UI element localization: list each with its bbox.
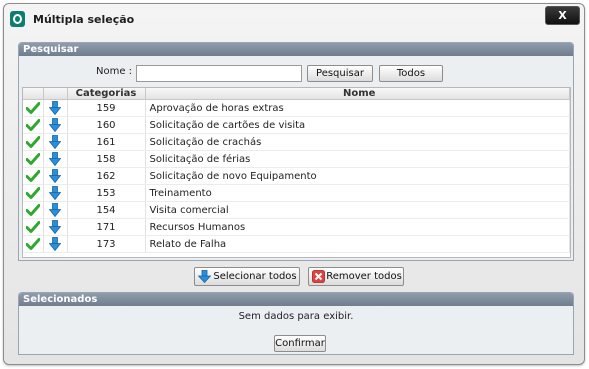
check-icon[interactable] [25,153,40,165]
confirm-button[interactable]: Confirmar [274,335,326,352]
category-name-cell: Solicitação de cartões de visita [145,116,570,134]
check-icon[interactable] [25,170,40,182]
selected-panel: Selecionados Sem dados para exibir. Conf… [18,292,574,355]
arrow-down-icon[interactable] [49,152,61,166]
check-icon[interactable] [25,136,40,148]
all-button[interactable]: Todos [379,65,443,82]
category-name-cell: Aprovação de horas extras [145,99,570,117]
search-panel: Pesquisar Nome : Pesquisar Todos Categor… [18,42,574,261]
category-name-cell: Solicitação de novo Equipamento [145,167,570,185]
select-cell[interactable] [23,116,44,134]
arrow-down-icon[interactable] [49,101,61,115]
arrow-down-icon[interactable] [49,135,61,149]
dialog-window: Múltipla seleção X Pesquisar Nome : Pesq… [3,3,585,365]
categories-table: Categorias Nome 159 Aprovação de horas ex… [22,87,571,258]
remove-all-label: Remover todos [326,271,402,282]
selected-panel-header: Selecionados [19,293,573,306]
table-row[interactable]: 159 Aprovação de horas extras [23,99,570,117]
name-search-input[interactable] [136,65,302,82]
category-id-cell: 159 [67,99,146,117]
category-name-cell: Treinamento [145,184,570,202]
column-header-categorias[interactable]: Categorias [67,88,146,100]
title-bar: Múltipla seleção X [4,4,584,34]
select-cell[interactable] [23,167,44,185]
category-name-cell: Recursos Humanos [145,218,570,236]
table-row[interactable]: 173 Relato de Falha [23,235,570,253]
table-body: 159 Aprovação de horas extras 160 Solicitaç… [23,99,570,253]
select-all-button[interactable]: Selecionar todos [194,267,300,286]
category-id-cell: 153 [67,184,146,202]
table-header-row: Categorias Nome [23,88,570,100]
check-icon[interactable] [25,238,40,250]
category-name-cell: Solicitação de crachás [145,133,570,151]
table: Categorias Nome 159 Aprovação de horas ex… [23,88,570,253]
dialog-title: Múltipla seleção [33,13,135,26]
category-id-cell: 160 [67,116,146,134]
move-cell[interactable] [43,218,68,236]
check-icon[interactable] [25,221,40,233]
table-row[interactable]: 162 Solicitação de novo Equipamento [23,167,570,185]
empty-state-text: Sem dados para exibir. [238,311,354,322]
search-panel-header: Pesquisar [19,43,573,56]
select-all-label: Selecionar todos [213,271,297,282]
arrow-down-icon[interactable] [49,118,61,132]
category-id-cell: 158 [67,150,146,168]
search-button[interactable]: Pesquisar [307,65,373,82]
category-id-cell: 173 [67,235,146,253]
arrow-down-icon [198,270,211,283]
arrow-down-icon[interactable] [49,169,61,183]
table-row[interactable]: 161 Solicitação de crachás [23,133,570,151]
close-button[interactable]: X [545,6,580,25]
column-header-move [43,88,68,100]
select-cell[interactable] [23,150,44,168]
table-row[interactable]: 153 Treinamento [23,184,570,202]
select-cell[interactable] [23,235,44,253]
move-cell[interactable] [43,167,68,185]
select-cell[interactable] [23,218,44,236]
category-id-cell: 162 [67,167,146,185]
move-cell[interactable] [43,99,68,117]
move-cell[interactable] [43,201,68,219]
move-cell[interactable] [43,184,68,202]
move-cell[interactable] [43,116,68,134]
check-icon[interactable] [25,119,40,131]
arrow-down-icon[interactable] [49,186,61,200]
name-label: Nome : [96,66,133,77]
move-cell[interactable] [43,150,68,168]
table-row[interactable]: 171 Recursos Humanos [23,218,570,236]
arrow-down-icon[interactable] [49,220,61,234]
category-id-cell: 161 [67,133,146,151]
column-header-select [23,88,44,100]
category-name-cell: Relato de Falha [145,235,570,253]
category-name-cell: Visita comercial [145,201,570,219]
category-id-cell: 154 [67,201,146,219]
select-cell[interactable] [23,184,44,202]
category-name-cell: Solicitação de férias [145,150,570,168]
category-id-cell: 171 [67,218,146,236]
table-row[interactable]: 158 Solicitação de férias [23,150,570,168]
move-cell[interactable] [43,235,68,253]
check-icon[interactable] [25,102,40,114]
column-header-nome[interactable]: Nome [145,88,570,100]
move-cell[interactable] [43,133,68,151]
select-cell[interactable] [23,133,44,151]
table-row[interactable]: 154 Visita comercial [23,201,570,219]
check-icon[interactable] [25,187,40,199]
select-cell[interactable] [23,99,44,117]
remove-all-button[interactable]: Remover todos [308,267,404,286]
app-logo-icon [10,11,25,27]
select-cell[interactable] [23,201,44,219]
table-row[interactable]: 160 Solicitação de cartões de visita [23,116,570,134]
check-icon[interactable] [25,204,40,216]
arrow-down-icon[interactable] [49,237,61,251]
x-icon [312,270,325,283]
search-row: Nome : Pesquisar Todos [19,56,573,86]
arrow-down-icon[interactable] [49,203,61,217]
